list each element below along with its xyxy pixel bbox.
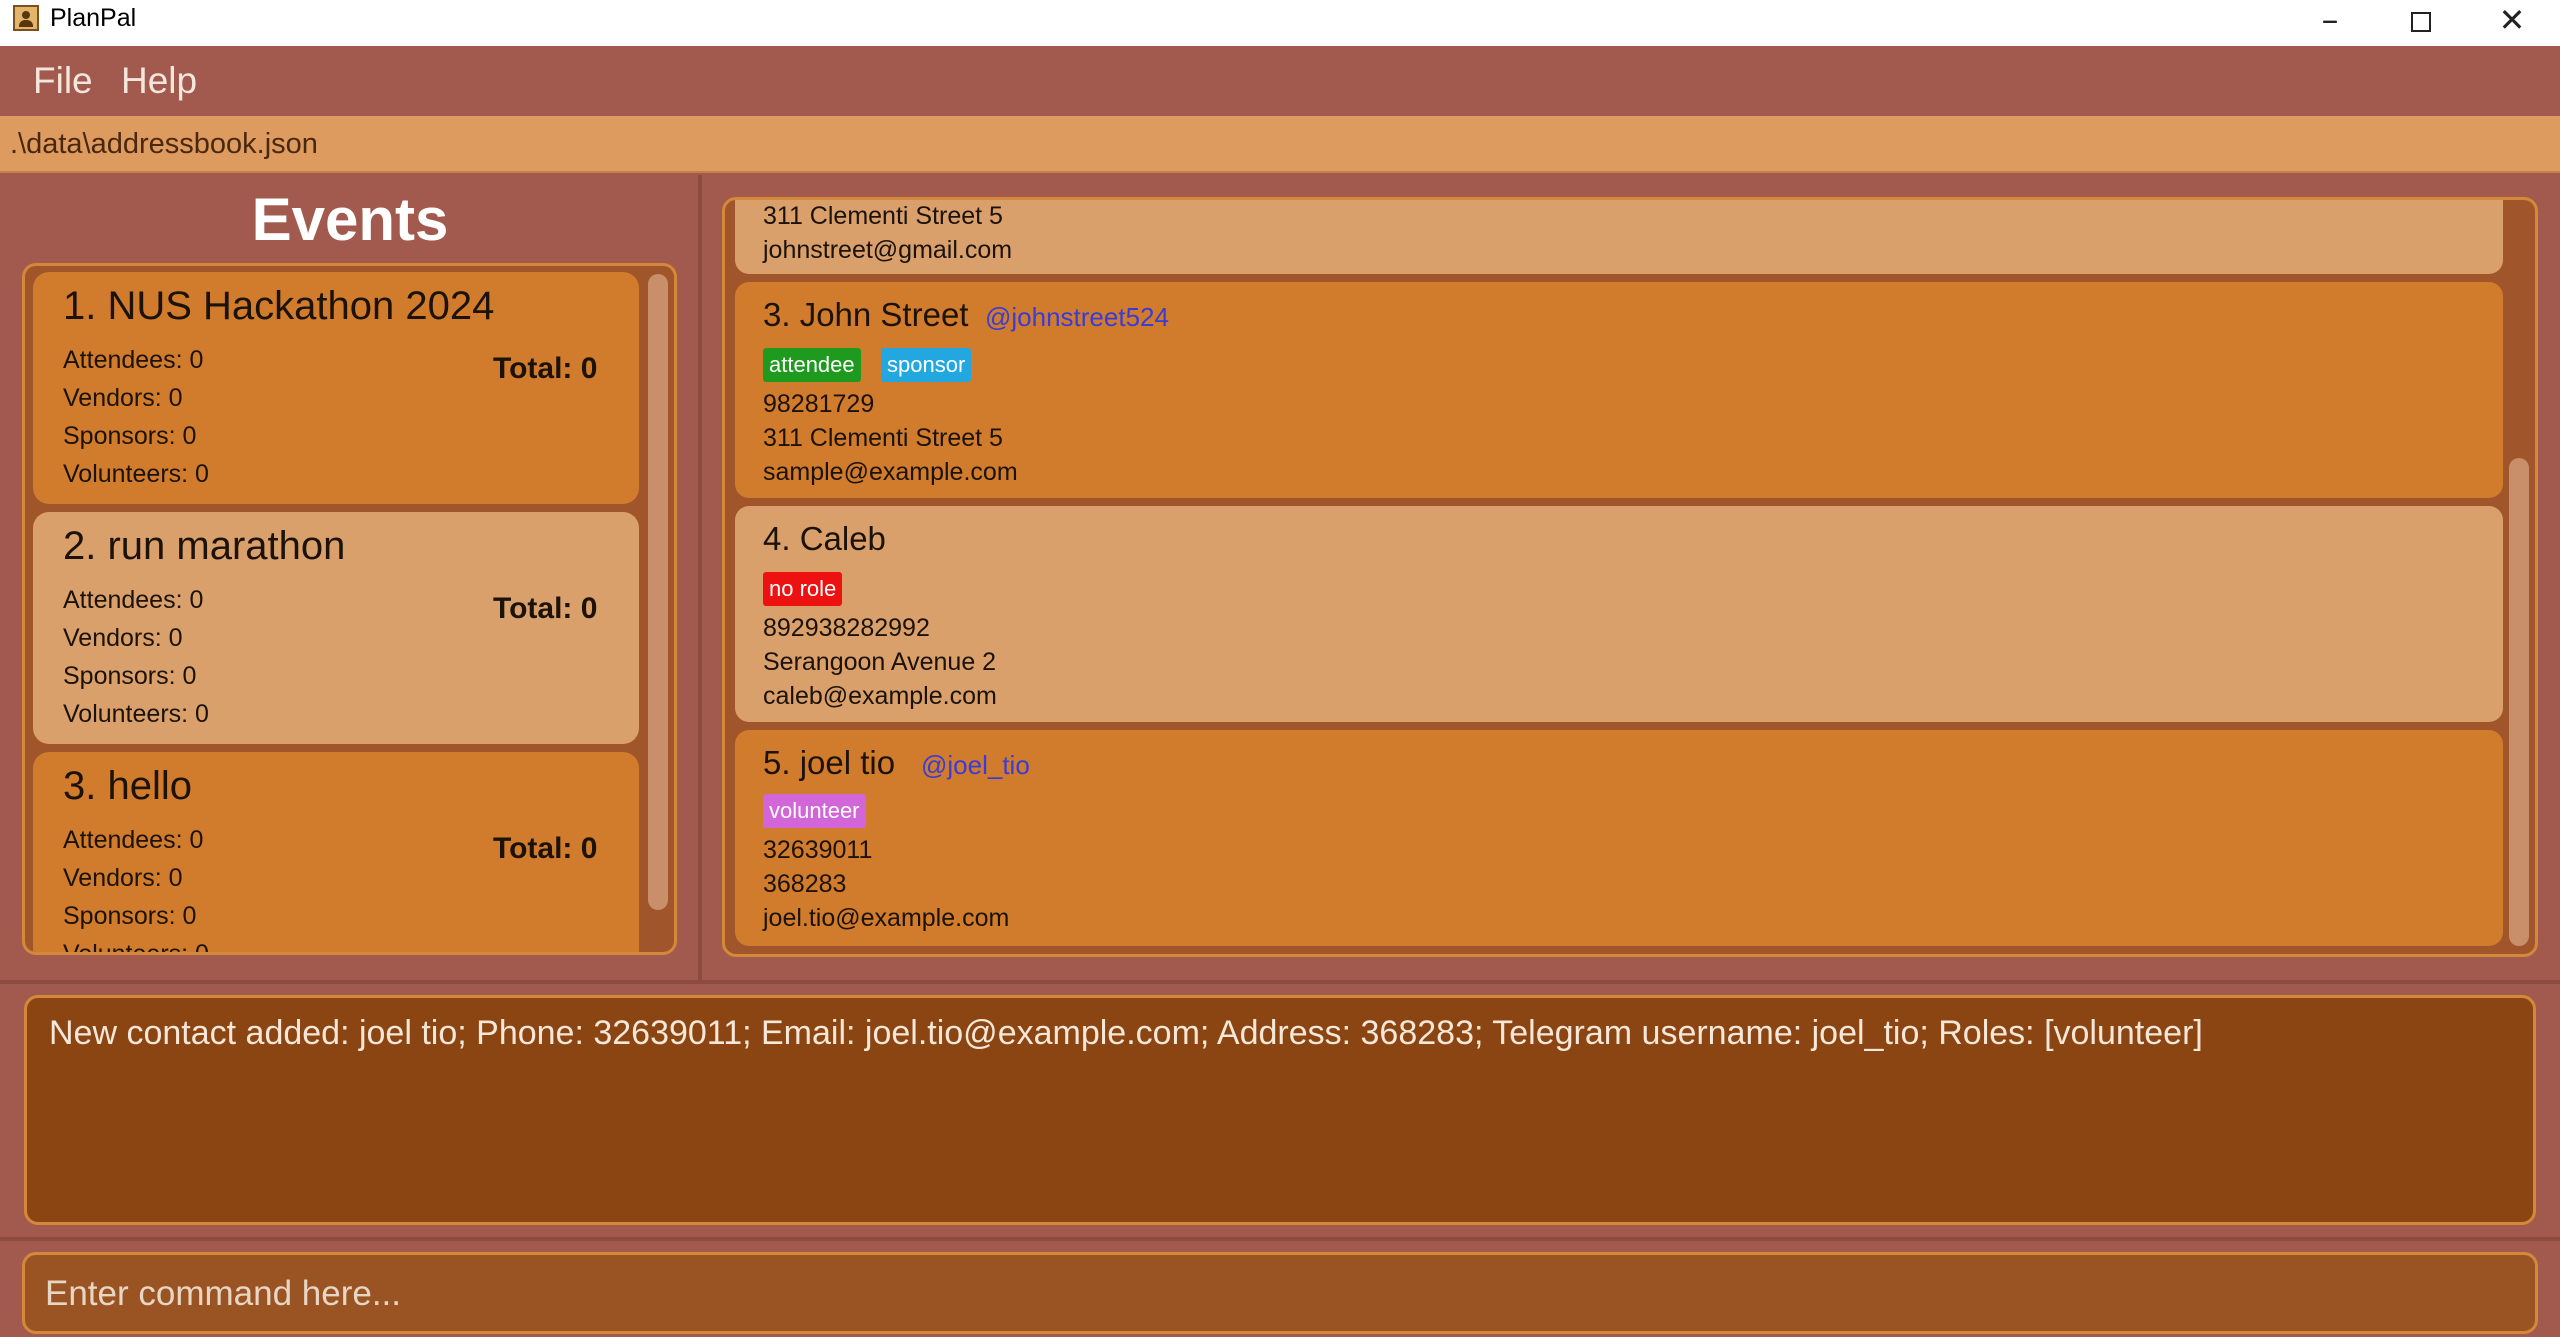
close-button[interactable]: ✕ — [2467, 0, 2557, 46]
event-attendees: Attendees: 0 — [63, 346, 204, 374]
person-card[interactable]: 5. joel tio @joel_tio volunteer 32639011… — [735, 730, 2503, 946]
data-file-path: .\data\addressbook.json — [10, 128, 318, 160]
panel-divider-horizontal-2[interactable] — [0, 1237, 2560, 1241]
person-address: 311 Clementi Street 5 — [763, 202, 1003, 230]
event-vendors: Vendors: 0 — [63, 384, 183, 412]
event-volunteers: Volunteers: 0 — [63, 700, 209, 728]
event-attendees: Attendees: 0 — [63, 586, 204, 614]
window-title: PlanPal — [50, 4, 137, 32]
event-vendors: Vendors: 0 — [63, 864, 183, 892]
panel-divider[interactable] — [698, 175, 702, 982]
event-volunteers: Volunteers: 0 — [63, 940, 209, 955]
person-email: johnstreet@gmail.com — [763, 236, 1013, 264]
person-telegram[interactable]: @johnstreet524 — [985, 302, 1169, 333]
person-address: Serangoon Avenue 2 — [763, 648, 997, 676]
person-phone: 98281729 — [763, 390, 875, 418]
result-display: New contact added: joel tio; Phone: 3263… — [24, 995, 2536, 1225]
events-list[interactable]: 1. NUS Hackathon 2024 Attendees: 0 Vendo… — [22, 263, 677, 955]
menu-bar: File Help — [0, 46, 2560, 116]
event-total: Total: 0 — [493, 832, 598, 865]
person-email: sample@example.com — [763, 458, 1018, 486]
event-card[interactable]: 1. NUS Hackathon 2024 Attendees: 0 Vendo… — [33, 272, 639, 504]
tag-volunteer: volunteer — [763, 794, 866, 828]
person-address: 368283 — [763, 870, 847, 898]
person-email: joel.tio@example.com — [763, 904, 1010, 932]
tag-attendee: attendee — [763, 348, 861, 382]
event-total: Total: 0 — [493, 592, 598, 625]
maximize-button[interactable] — [2376, 0, 2466, 46]
person-card[interactable]: 3. John Street @johnstreet524 attendee s… — [735, 282, 2503, 498]
persons-list[interactable]: 311 Clementi Street 5 johnstreet@gmail.c… — [722, 197, 2538, 957]
person-email: caleb@example.com — [763, 682, 997, 710]
event-name: 3. hello — [63, 764, 192, 808]
event-name: 1. NUS Hackathon 2024 — [63, 284, 495, 328]
person-card[interactable]: 311 Clementi Street 5 johnstreet@gmail.c… — [735, 200, 2503, 274]
event-total: Total: 0 — [493, 352, 598, 385]
title-bar: PlanPal – ✕ — [0, 0, 2560, 46]
menu-help[interactable]: Help — [121, 60, 197, 102]
maximize-icon — [2411, 12, 2431, 32]
event-sponsors: Sponsors: 0 — [63, 662, 197, 690]
person-phone: 892938282992 — [763, 614, 930, 642]
person-name: 3. John Street — [763, 296, 969, 333]
event-volunteers: Volunteers: 0 — [63, 460, 209, 488]
persons-scrollbar[interactable] — [2509, 458, 2529, 946]
events-title: Events — [251, 186, 449, 253]
person-name: 5. joel tio — [763, 744, 896, 781]
person-telegram[interactable]: @joel_tio — [921, 750, 1030, 781]
events-panel: Events 1. NUS Hackathon 2024 Attendees: … — [0, 175, 700, 977]
event-sponsors: Sponsors: 0 — [63, 902, 197, 930]
tag-sponsor: sponsor — [881, 348, 972, 382]
command-box[interactable] — [22, 1252, 2538, 1334]
event-sponsors: Sponsors: 0 — [63, 422, 197, 450]
person-card[interactable]: 4. Caleb no role 892938282992 Serangoon … — [735, 506, 2503, 722]
app-icon — [13, 5, 39, 31]
command-input[interactable] — [43, 1265, 2507, 1323]
event-vendors: Vendors: 0 — [63, 624, 183, 652]
events-scrollbar[interactable] — [648, 274, 668, 910]
event-card[interactable]: 3. hello Attendees: 0 Vendors: 0 Sponsor… — [33, 752, 639, 955]
person-address: 311 Clementi Street 5 — [763, 424, 1003, 452]
panel-divider-horizontal[interactable] — [0, 980, 2560, 984]
status-path-bar: .\data\addressbook.json — [0, 116, 2560, 173]
menu-file[interactable]: File — [33, 60, 93, 102]
tag-no-role: no role — [763, 572, 843, 606]
event-card[interactable]: 2. run marathon Attendees: 0 Vendors: 0 … — [33, 512, 639, 744]
minimize-button[interactable]: – — [2285, 0, 2375, 46]
result-message: New contact added: joel tio; Phone: 3263… — [49, 1014, 2203, 1052]
event-attendees: Attendees: 0 — [63, 826, 204, 854]
person-phone: 32639011 — [763, 836, 873, 864]
person-name: 4. Caleb — [763, 520, 886, 557]
event-name: 2. run marathon — [63, 524, 346, 568]
